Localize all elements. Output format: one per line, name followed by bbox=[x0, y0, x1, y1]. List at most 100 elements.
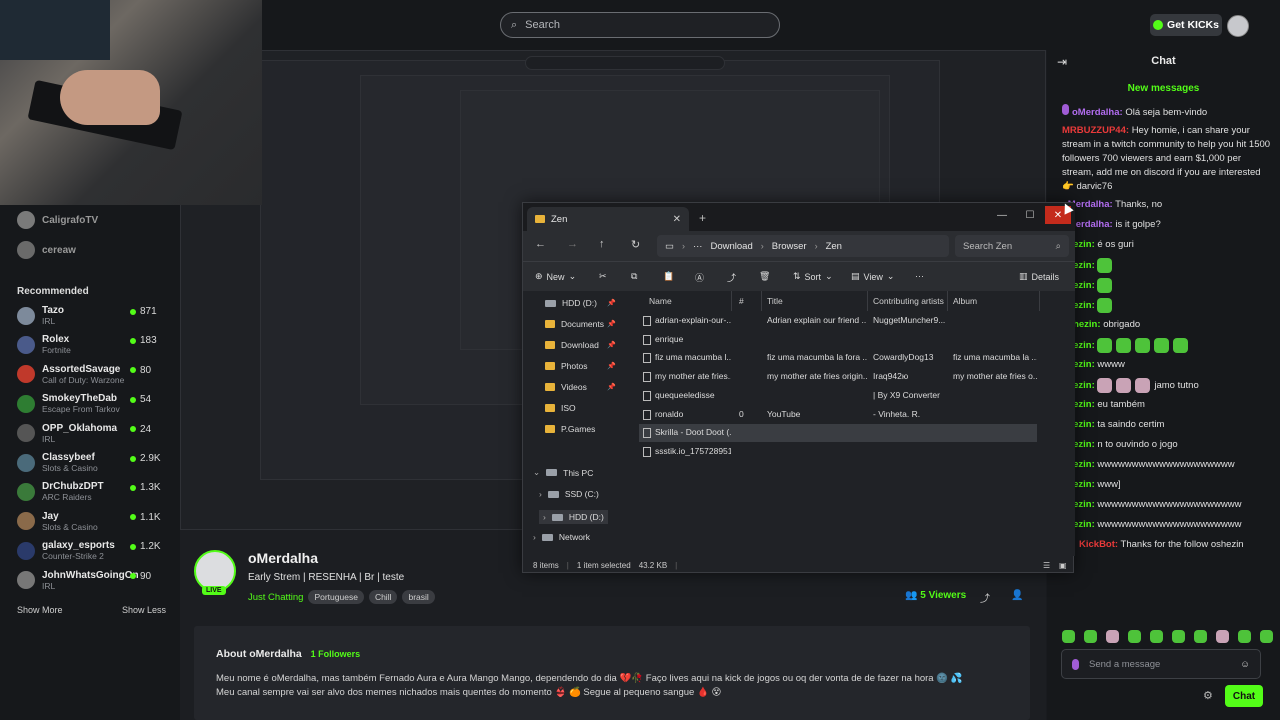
stream-category[interactable]: Just Chatting bbox=[248, 592, 303, 603]
sidebar-item-classybeef[interactable]: Classybeef Slots & Casino bbox=[17, 452, 98, 473]
column-header[interactable]: Contributing artists bbox=[873, 296, 944, 306]
nav-item[interactable]: ⌄ This PC bbox=[533, 467, 593, 478]
view-button[interactable]: ▤ View ⌄ bbox=[851, 271, 894, 282]
nav-item[interactable]: Download bbox=[545, 340, 599, 350]
send-chat-button[interactable]: Chat bbox=[1225, 685, 1263, 707]
file-row[interactable]: ssstik.io_175728951... bbox=[639, 443, 1037, 461]
emote-icon[interactable] bbox=[1172, 630, 1185, 643]
nav-item[interactable]: HDD (D:) bbox=[545, 298, 597, 308]
chat-username[interactable]: KickBot bbox=[1079, 539, 1115, 550]
column-header[interactable]: Title bbox=[767, 296, 783, 306]
chat-username[interactable]: oMerdalha bbox=[1072, 107, 1120, 118]
file-row[interactable]: fiz uma macumba l... fiz uma macumba la f… bbox=[639, 349, 1037, 367]
nav-item[interactable]: › SSD (C:) bbox=[539, 489, 599, 499]
more-options-icon[interactable]: ··· bbox=[915, 271, 924, 281]
emote-icon[interactable] bbox=[1260, 630, 1273, 643]
mic-icon[interactable] bbox=[1072, 658, 1079, 670]
column-header[interactable]: Name bbox=[649, 296, 672, 306]
user-avatar[interactable] bbox=[1227, 15, 1249, 37]
share-icon[interactable]: ⤴ bbox=[727, 271, 736, 284]
sidebar-item-assortedsavage[interactable]: AssortedSavage Call of Duty: Warzone bbox=[17, 364, 124, 385]
get-kicks-button[interactable]: Get KICKs bbox=[1150, 14, 1222, 36]
streamer-name[interactable]: oMerdalha bbox=[248, 550, 435, 566]
tag[interactable]: brasil bbox=[402, 590, 435, 604]
details-view-icon[interactable]: ☰ bbox=[1043, 561, 1050, 570]
emote-icon[interactable] bbox=[1128, 630, 1141, 643]
emoji-icon[interactable]: ☺ bbox=[1240, 659, 1250, 670]
file-row[interactable]: my mother ate fries... my mother ate frie… bbox=[639, 368, 1037, 386]
copy-icon[interactable]: ⧉ bbox=[631, 271, 637, 282]
emote-icon[interactable] bbox=[1150, 630, 1163, 643]
breadcrumb-item[interactable]: Browser bbox=[772, 241, 807, 252]
file-row[interactable]: adrian-explain-our-... Adrian explain our… bbox=[639, 312, 1037, 330]
show-less-link[interactable]: Show Less bbox=[122, 605, 166, 615]
forward-icon[interactable]: → bbox=[567, 238, 578, 250]
emote-icon[interactable] bbox=[1194, 630, 1207, 643]
emote-icon[interactable] bbox=[1084, 630, 1097, 643]
nav-item[interactable]: Photos bbox=[545, 361, 587, 371]
streamer-avatar[interactable]: LIVE bbox=[194, 550, 236, 595]
chevron-icon[interactable]: › bbox=[543, 512, 546, 522]
file-row[interactable]: quequeeledisse | By X9 Converter bbox=[639, 387, 1037, 405]
column-header[interactable]: Album bbox=[953, 296, 977, 306]
file-row[interactable]: ronaldo 0 YouTube - Vinheta. R. bbox=[639, 406, 1037, 424]
sidebar-item-tazo[interactable]: Tazo IRL bbox=[17, 305, 64, 326]
paste-icon[interactable]: 📋 bbox=[663, 271, 674, 282]
chevron-icon[interactable]: › bbox=[539, 489, 542, 499]
gear-icon[interactable]: ⚙ bbox=[1203, 689, 1213, 702]
tag[interactable]: Portuguese bbox=[308, 590, 364, 604]
up-icon[interactable]: ↑ bbox=[599, 238, 605, 250]
sidebar-following-item[interactable]: cereaw bbox=[17, 241, 76, 259]
refresh-icon[interactable]: ↻ bbox=[631, 238, 640, 251]
file-explorer-window[interactable]: Zen ✕ + — ☐ ✕ ← → ↑ ↻ ▭ › ··· Download ›… bbox=[522, 202, 1075, 573]
chat-username[interactable]: MRBUZZUP44 bbox=[1062, 125, 1126, 136]
column-header[interactable]: # bbox=[739, 296, 744, 306]
new-button[interactable]: ⊕ New ⌄ bbox=[535, 271, 576, 282]
file-row[interactable]: Skrilla - Doot Doot (... bbox=[639, 424, 1037, 443]
close-tab-icon[interactable]: ✕ bbox=[673, 214, 681, 225]
nav-item[interactable]: › HDD (D:) bbox=[539, 510, 608, 524]
emote-icon[interactable] bbox=[1238, 630, 1251, 643]
chevron-icon[interactable]: › bbox=[533, 532, 536, 542]
nav-item[interactable]: P.Games bbox=[545, 424, 595, 434]
nav-item[interactable]: ISO bbox=[545, 403, 576, 413]
sidebar-item-jay[interactable]: Jay Slots & Casino bbox=[17, 511, 98, 532]
sidebar-item-opp_oklahoma[interactable]: OPP_Oklahoma IRL bbox=[17, 423, 117, 444]
minimize-icon[interactable]: — bbox=[989, 206, 1015, 224]
nav-item[interactable]: Documents bbox=[545, 319, 604, 329]
emote-icon[interactable] bbox=[1216, 630, 1229, 643]
nav-item[interactable]: Videos bbox=[545, 382, 587, 392]
delete-icon[interactable]: 🗑 bbox=[759, 271, 770, 282]
address-bar[interactable]: ▭ › ··· Download › Browser › Zen bbox=[657, 235, 949, 257]
nav-item[interactable]: › Network bbox=[533, 532, 590, 542]
share-icon[interactable]: ⤴ bbox=[980, 590, 990, 605]
sidebar-item-galaxy_esports[interactable]: galaxy_esports Counter-Strike 2 bbox=[17, 540, 115, 561]
sidebar-item-johnwhatsgoingon[interactable]: JohnWhatsGoingOn IRL bbox=[17, 570, 139, 591]
chevron-icon[interactable]: ⌄ bbox=[533, 467, 540, 478]
chat-input[interactable]: Send a message ☺ bbox=[1061, 649, 1261, 679]
cut-icon[interactable]: ✂ bbox=[599, 271, 607, 282]
emote-icon[interactable] bbox=[1062, 630, 1075, 643]
about-title: About oMerdalha bbox=[216, 648, 302, 660]
rename-icon[interactable]: Ⓐ bbox=[695, 271, 704, 284]
maximize-icon[interactable]: ☐ bbox=[1017, 206, 1043, 224]
tab-zen[interactable]: Zen ✕ bbox=[527, 207, 689, 231]
breadcrumb-item[interactable]: Zen bbox=[826, 241, 842, 252]
explorer-search-input[interactable]: Search Zen ⌕ bbox=[955, 235, 1069, 257]
sort-button[interactable]: ⇅ Sort ⌄ bbox=[793, 271, 833, 282]
follow-icon[interactable]: 👤 bbox=[1011, 590, 1023, 601]
tag[interactable]: Chill bbox=[368, 590, 398, 604]
sidebar-item-smokeythedab[interactable]: SmokeyTheDab Escape From Tarkov bbox=[17, 393, 120, 414]
thumbnail-view-icon[interactable]: ▣ bbox=[1059, 561, 1067, 570]
breadcrumb-item[interactable]: Download bbox=[710, 241, 752, 252]
sidebar-following-item[interactable]: CaligrafoTV bbox=[17, 211, 98, 229]
details-button[interactable]: ▥ Details bbox=[1019, 271, 1059, 282]
sidebar-item-rolex[interactable]: Rolex Fortnite bbox=[17, 334, 71, 355]
new-tab-icon[interactable]: + bbox=[699, 211, 706, 225]
file-row[interactable]: enrique bbox=[639, 331, 1037, 349]
sidebar-item-drchubzdpt[interactable]: DrChubzDPT ARC Raiders bbox=[17, 481, 104, 502]
search-input[interactable]: ⌕ Search bbox=[500, 12, 780, 38]
show-more-link[interactable]: Show More bbox=[17, 605, 63, 615]
back-icon[interactable]: ← bbox=[535, 238, 546, 250]
emote-icon[interactable] bbox=[1106, 630, 1119, 643]
